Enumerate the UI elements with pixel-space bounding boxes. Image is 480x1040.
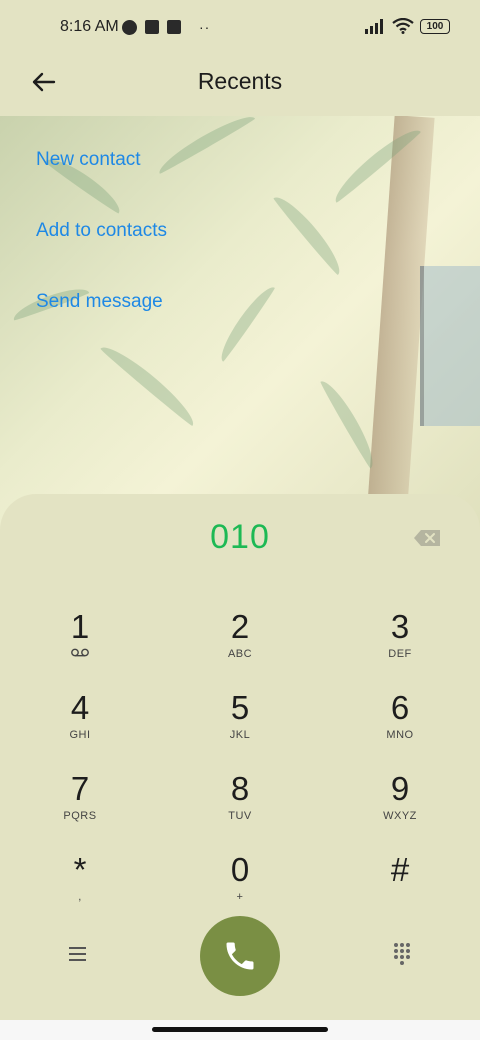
signal-icon [365, 19, 383, 34]
key-3[interactable]: 3 DEF [340, 608, 460, 680]
key-letters: ABC [227, 648, 253, 660]
key-1[interactable]: 1 [20, 608, 140, 680]
backspace-button[interactable] [414, 530, 440, 546]
dialpad-icon [394, 943, 410, 965]
page-title: Recents [197, 68, 283, 94]
notification-app-icon [122, 19, 137, 35]
system-nav-bar [0, 1020, 480, 1040]
battery-icon: 100 [420, 18, 450, 34]
home-indicator[interactable] [152, 1027, 328, 1032]
app-header: Recents [0, 56, 480, 116]
action-list: New contact Add to contacts Send message [36, 136, 167, 349]
key-5[interactable]: 5 JKL [180, 689, 300, 761]
new-contact-link[interactable]: New contact [36, 136, 167, 207]
key-letters: GHI [69, 729, 91, 741]
wallpaper-leaf [319, 375, 381, 470]
key-digit: * [73, 851, 87, 888]
menu-button[interactable] [66, 944, 90, 964]
dialer-controls [0, 916, 480, 996]
wallpaper-leaf [214, 281, 276, 363]
key-2[interactable]: 2 ABC [180, 608, 300, 680]
add-to-contacts-link[interactable]: Add to contacts [36, 207, 167, 278]
key-digit: 6 [390, 689, 410, 726]
key-digit: 4 [70, 689, 90, 726]
key-9[interactable]: 9 WXYZ [340, 770, 460, 842]
key-digit: 8 [230, 770, 250, 807]
key-letters: WXYZ [383, 810, 417, 822]
status-time: 8:16 AM [60, 18, 119, 35]
key-digit: 9 [390, 770, 410, 807]
key-digit: 7 [70, 770, 90, 807]
wallpaper-leaf [154, 116, 256, 175]
key-4[interactable]: 4 GHI [20, 689, 140, 761]
status-right: 100 [364, 18, 450, 34]
key-letters: DEF [388, 648, 412, 660]
key-digit: 2 [230, 608, 250, 645]
key-digit: 1 [70, 608, 90, 645]
dialpad-toggle-button[interactable] [392, 942, 412, 966]
send-message-link[interactable]: Send message [36, 278, 167, 349]
backspace-icon [414, 530, 440, 546]
key-0[interactable]: 0 + [180, 851, 300, 923]
key-letters: TUV [228, 810, 252, 822]
notification-icons: ·· [122, 19, 210, 35]
more-notifications-icon: ·· [199, 19, 211, 35]
menu-icon [69, 947, 86, 961]
key-digit: # [390, 851, 410, 888]
wallpaper-leaf [99, 339, 201, 427]
status-bar: 8:16 AM ·· 100 [0, 0, 480, 56]
dialer-panel: 010 1 2 ABC 3 DEF 4 GHI 5 JKL 6 MNO 7 PQ… [0, 494, 480, 1020]
key-letters: + [236, 891, 244, 903]
key-star[interactable]: * , [20, 851, 140, 923]
dialed-number: 010 [210, 518, 270, 556]
key-digit: 0 [230, 851, 250, 888]
key-8[interactable]: 8 TUV [180, 770, 300, 842]
call-button[interactable] [200, 916, 280, 996]
key-digit: 3 [390, 608, 410, 645]
wifi-icon [392, 18, 414, 34]
wallpaper-window [420, 266, 480, 426]
notification-square-icon [145, 20, 159, 34]
key-7[interactable]: 7 PQRS [20, 770, 140, 842]
key-letters: , [78, 891, 82, 903]
voicemail-icon [20, 648, 140, 660]
key-letters: JKL [229, 729, 251, 741]
phone-icon [226, 942, 254, 970]
key-digit: 5 [230, 689, 250, 726]
key-hash[interactable]: # [340, 851, 460, 923]
key-letters: MNO [386, 729, 414, 741]
upload-icon [167, 20, 181, 34]
key-6[interactable]: 6 MNO [340, 689, 460, 761]
key-letters: PQRS [63, 810, 97, 822]
